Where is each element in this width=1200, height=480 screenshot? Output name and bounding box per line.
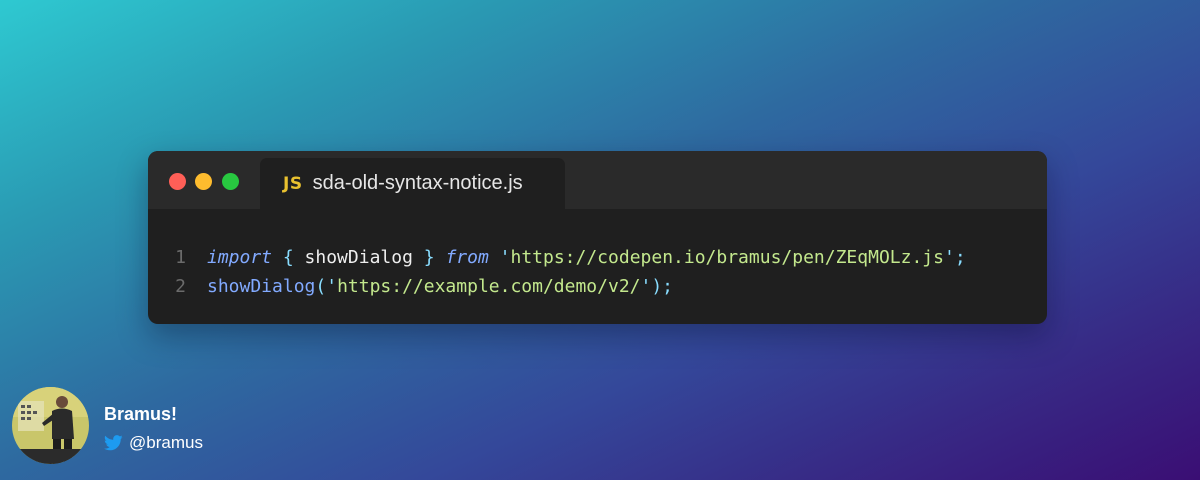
code-line-content: import { showDialog } from 'https://code… — [207, 243, 966, 272]
code-token-fn: showDialog — [207, 276, 316, 297]
code-token-kw: from — [445, 247, 489, 268]
window-titlebar: JS sda-old-syntax-notice.js — [148, 151, 1047, 209]
code-token-str: https://example.com/demo/v2/ — [337, 276, 641, 297]
line-number: 2 — [175, 276, 186, 297]
code-line-content: showDialog('https://example.com/demo/v2/… — [207, 272, 673, 301]
twitter-bird-icon — [104, 435, 123, 451]
code-editor-area: 1 import { showDialog } from 'https://cod… — [148, 243, 1047, 301]
author-handle: @bramus — [129, 433, 203, 452]
javascript-file-icon: JS — [283, 173, 303, 194]
code-token-punc: } — [412, 247, 446, 268]
code-token-punc: ' — [943, 247, 955, 268]
code-token-punc: (' — [315, 276, 338, 297]
avatar[interactable] — [12, 387, 89, 464]
code-token-punc: ; — [954, 247, 966, 268]
code-token-str: https://codepen.io/bramus/pen/ZEqMOLz.js — [510, 247, 944, 268]
code-line: 1 import { showDialog } from 'https://cod… — [148, 243, 1047, 272]
close-window-button[interactable] — [169, 173, 186, 190]
avatar-photo — [12, 387, 89, 464]
code-token-punc: '); — [640, 276, 674, 297]
maximize-window-button[interactable] — [222, 173, 239, 190]
code-token-punc: { — [272, 247, 305, 268]
line-number: 1 — [175, 247, 186, 268]
code-token-kw: import — [207, 247, 273, 268]
file-tab-label: sda-old-syntax-notice.js — [312, 172, 523, 194]
code-window: JS sda-old-syntax-notice.js 1 import { sh… — [148, 151, 1047, 324]
code-token-plain: showDialog — [304, 247, 413, 268]
code-line: 2 showDialog('https://example.com/demo/v2… — [148, 272, 1047, 301]
minimize-window-button[interactable] — [195, 173, 212, 190]
code-token-punc: ' — [499, 247, 511, 268]
file-tab[interactable]: JS sda-old-syntax-notice.js — [260, 158, 565, 209]
author-handle-row[interactable]: @bramus — [104, 433, 203, 453]
author-name: Bramus! — [104, 404, 178, 424]
